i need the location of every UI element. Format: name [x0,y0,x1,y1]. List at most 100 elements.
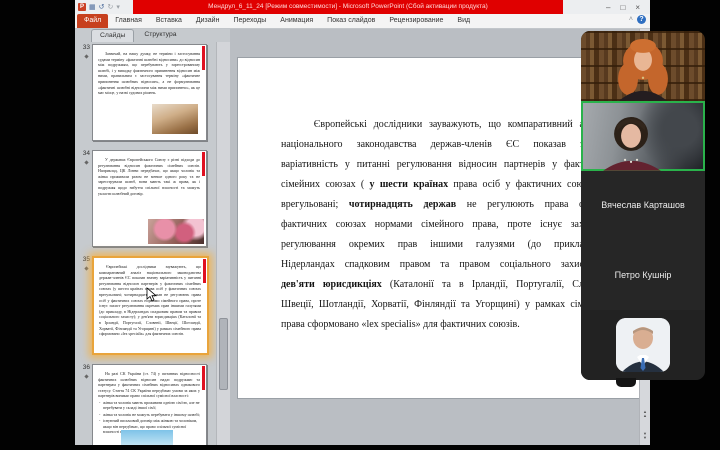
tab-outline[interactable]: Структура [136,29,184,42]
word: ( [361,179,364,190]
ribbon-tabs: ФайлГлавнаяВставкаДизайнПереходыАнимация… [77,14,477,28]
slide-thumbnail[interactable]: На разі СК України (ст. 74) у питаннях в… [92,364,207,445]
man-in-suit-avatar-photo [616,318,670,372]
word: права, [472,219,498,230]
qat-dropdown-icon[interactable]: ▾ [116,4,120,11]
word: (до [528,239,541,250]
slide-thumbnail[interactable]: Європейські дослідники зауважують, що ко… [92,256,209,355]
participant-name-tile[interactable]: Вячеслав Карташов [581,171,705,241]
word: правом [459,259,490,270]
ribbon-tab-6[interactable]: Анимация [273,14,320,28]
word: що [488,119,501,130]
word: зауважують, [429,119,482,130]
ribbon-collapse-icon[interactable]: ˄ [629,16,633,23]
ribbon-tab-8[interactable]: Рецензирование [382,14,450,28]
powerpoint-icon[interactable]: P [78,3,86,11]
slide-thumbnail[interactable]: Зазвичай, на нашу думку, не терміни і за… [92,44,207,141]
redo-icon[interactable]: ↻ [108,4,114,11]
word: Фінляндії [414,299,456,310]
tab-slides[interactable]: Слайды [91,29,134,42]
participant-avatar-tile[interactable] [581,310,705,380]
ribbon-tab-9[interactable]: Вид [450,14,477,28]
word: іншими [430,239,463,250]
slides-panel-scroll-thumb[interactable] [219,318,228,390]
participant-name: Петро Кушнір [615,270,672,280]
word: Угорщині) [475,299,520,310]
avatar [616,318,670,372]
thumbnail-image-beach-hands [121,430,173,445]
animation-star-icon [84,160,88,164]
participant-photo [581,101,705,171]
word: галузями [476,239,515,250]
workspace: Слайды Структура × 33Зазвичай, на нашу д… [75,29,650,445]
word: регулюють [487,199,534,210]
word: нормами [375,219,413,230]
word: існує [540,219,562,230]
word: не [467,199,477,210]
slide-thumbnail-slot: 36 На разі СК України (ст. 74) у питаннях… [75,364,216,445]
participant-video-woman-dark-hair-active-speaker[interactable] [581,101,705,171]
word: Шотландії, [319,299,366,310]
ribbon-tab-5[interactable]: Переходы [226,14,273,28]
thumbnail-text: У державах Європейського Союзу є різні п… [98,157,200,196]
participant-video-woman-red-hair[interactable] [581,31,705,101]
close-button[interactable]: × [635,3,640,12]
word: врегульовані; [281,199,338,210]
slide-text-line: врегульовані;чотирнадцятьдержавнерегулюю… [281,199,584,219]
word: права [281,319,305,330]
slide-number: 36 [75,364,90,372]
ribbon-tab-3[interactable]: Вставка [149,14,189,28]
animation-star-icon [84,266,88,270]
minimize-button[interactable]: – [606,3,610,12]
word: відносин [459,159,497,170]
thumbnail-bullet: жінка та чоловік мають проживати однією … [98,400,200,411]
next-slide-button[interactable]: ▼▼ [640,432,650,443]
slide-text-line: регулювання окремих прав іншими галузями (до п… [281,239,584,259]
thumbnail-bullet: жінка та чоловік не можуть перебувати у … [98,412,200,417]
slides-panel-scrollbar[interactable] [216,42,230,445]
slide-thumbnail-slot: 35Європейські дослідники зауважують, що … [75,256,216,355]
word: регулювання [281,239,336,250]
current-slide-canvas[interactable]: Європейськідослідникизауважують,щокомпар… [237,57,640,399]
ribbon-right-controls: ˄ ? [629,15,646,24]
ribbon-tab-4[interactable]: Дизайн [189,14,227,28]
word: окремих [349,239,385,250]
word: союзів. [489,319,520,330]
word: у [370,179,375,190]
slide-thumbnail-slot: 33Зазвичай, на нашу думку, не терміни і … [75,44,216,141]
slide-text-line: національногозаконодавствадержав-членівЄ… [281,139,584,159]
word: держав-членів [431,139,492,150]
maximize-button[interactable]: □ [620,3,625,12]
word: проте [507,219,531,230]
word: рамках [535,299,565,310]
word: країнах [413,179,448,190]
word: прав [398,239,418,250]
meeting-panel-handle[interactable] [616,378,636,387]
slide-thumbnail-slot: 34У державах Європейського Союзу є різні… [75,150,216,247]
undo-icon[interactable]: ↺ [99,4,105,11]
thumbnail-text: Зазвичай, на нашу думку, не терміни і за… [98,51,200,96]
save-icon[interactable]: ▦ [89,4,96,11]
help-icon[interactable]: ? [637,15,646,24]
word: дослідники [374,119,423,130]
participant-name-tile[interactable]: Петро Кушнір [581,240,705,310]
animation-star-icon [84,374,88,378]
word: спадковим [345,259,390,270]
word: фактичних [516,179,562,190]
word: регулювання [397,159,452,170]
previous-slide-button[interactable]: ▲▲ [640,410,650,421]
thumbnail-text: На разі СК України (ст. 74) у питаннях в… [98,371,200,399]
word: в [459,279,464,290]
ribbon-tab-2[interactable]: Главная [108,14,149,28]
thumbnail-body: На разі СК України (ст. 74) у питаннях в… [98,371,200,434]
word: фактичних [281,219,327,230]
ribbon-tab-7[interactable]: Показ слайдов [320,14,382,28]
word: законодавства [357,139,417,150]
ribbon-tab-1[interactable]: Файл [77,14,108,28]
word: прикла [554,239,584,250]
slide-accent-bar [203,259,206,283]
slide-thumbnail[interactable]: У державах Європейського Союзу є різні п… [92,150,207,247]
slide-accent-bar [202,366,205,390]
word: та [440,259,449,270]
word: «lex [361,319,378,330]
